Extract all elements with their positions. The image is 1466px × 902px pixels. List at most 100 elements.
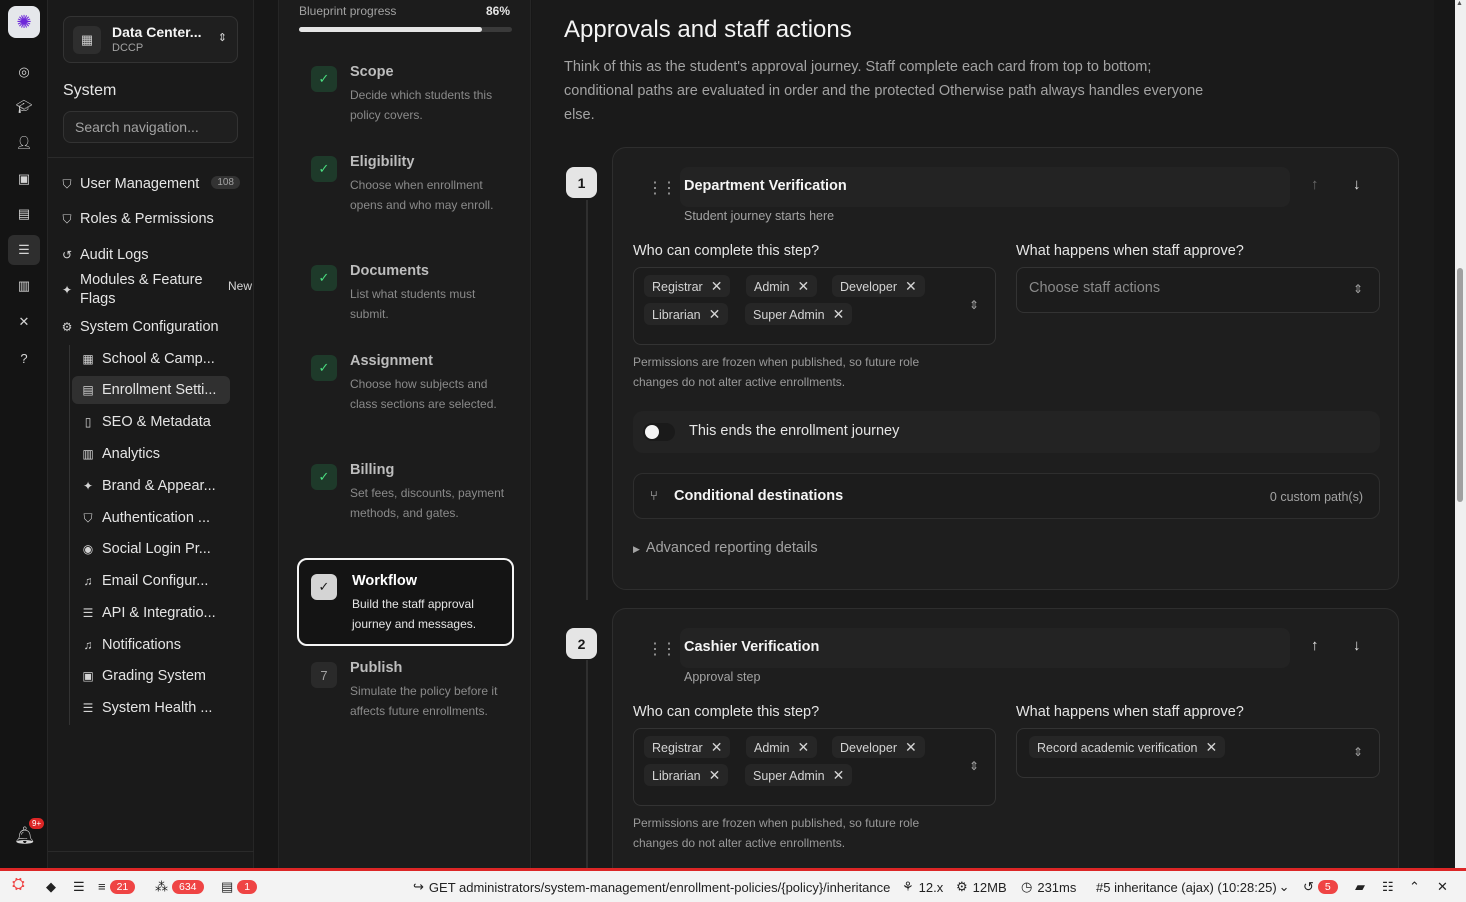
step-workflow[interactable]: ✓ Workflow Build the staff approval jour… [297, 558, 514, 646]
sub-item-brand[interactable]: ✦ Brand & Appear... [72, 472, 230, 500]
staff-actions-select[interactable]: Choose staff actions ⇕ [1016, 267, 1380, 313]
request-path: GET administrators/system-management/enr… [428, 879, 891, 895]
who-label: Who can complete this step? [633, 704, 820, 720]
sub-item-seo[interactable]: ▯ SEO & Metadata [72, 408, 230, 436]
messages-count: 21 [109, 879, 136, 894]
sub-item-label: Email Configur... [102, 573, 209, 589]
remove-tag-icon[interactable]: ✕ [833, 767, 845, 783]
request-route[interactable]: ↪ GET administrators/system-management/en… [413, 879, 890, 895]
time-value: 231ms [1037, 879, 1077, 895]
views-tab[interactable]: ▤ 1 [221, 879, 258, 895]
remove-tag-icon[interactable]: ✕ [709, 306, 721, 322]
nav-item-system-configuration[interactable]: ⚙ System Configuration [56, 313, 246, 341]
step-title: Workflow [352, 573, 417, 589]
briefcase-icon[interactable]: ▤ [10, 200, 38, 228]
step-eligibility[interactable]: ✓ Eligibility Choose when enrollment ope… [297, 146, 514, 242]
nav-item-roles[interactable]: ⛉ Roles & Permissions [56, 205, 246, 233]
remove-tag-icon[interactable]: ✕ [711, 278, 723, 294]
sub-item-label: Authentication ... [102, 510, 211, 526]
messages-tab[interactable]: ≡ 21 [98, 879, 136, 894]
scrollbar-thumb[interactable] [1457, 268, 1463, 502]
role-tag-label: Registrar [652, 741, 703, 755]
move-up-icon[interactable]: ↑ [1311, 176, 1319, 193]
conditional-destinations[interactable]: ⑂ Conditional destinations 0 custom path… [633, 473, 1380, 519]
database-icon[interactable]: ☰ [8, 235, 40, 265]
folder-icon[interactable]: ▰ [1355, 879, 1365, 895]
step-desc: List what students must submit. [350, 287, 476, 321]
remove-tag-icon[interactable]: ✕ [905, 278, 917, 294]
step-documents[interactable]: ✓ Documents List what students must subm… [297, 255, 514, 331]
tag-icon[interactable]: ◆ [46, 879, 56, 895]
ends-journey-toggle[interactable] [643, 423, 675, 441]
models-tab[interactable]: ⁂ 634 [155, 879, 204, 895]
graduation-cap-icon[interactable]: 🎓︎ [10, 93, 38, 121]
scroll-up-arrow-icon[interactable]: ▲ [1456, 0, 1463, 7]
nav-item-audit-logs[interactable]: ↺ Audit Logs [56, 241, 246, 269]
sub-item-social-login[interactable]: ◉ Social Login Pr... [72, 535, 230, 563]
remove-tag-icon[interactable]: ✕ [833, 306, 845, 322]
history-tab[interactable]: ↺ 5 [1303, 879, 1338, 895]
sub-item-school[interactable]: ▦ School & Camp... [72, 345, 230, 373]
sub-item-grading[interactable]: ▣ Grading System [72, 662, 230, 690]
history-count: 5 [1317, 880, 1338, 894]
drag-handle-icon[interactable]: ⋮⋮ [647, 639, 677, 659]
move-up-icon[interactable]: ↑ [1311, 637, 1319, 654]
sub-item-analytics[interactable]: ▥ Analytics [72, 440, 230, 468]
step-scope[interactable]: ✓ Scope Decide which students this polic… [297, 56, 514, 132]
card-title-input[interactable]: Cashier Verification [680, 628, 1290, 668]
move-down-icon[interactable]: ↓ [1353, 176, 1361, 193]
remove-tag-icon[interactable]: ✕ [797, 739, 809, 755]
settings-icon[interactable]: ☷ [1382, 879, 1394, 895]
step-assignment[interactable]: ✓ Assignment Choose how subjects and cla… [297, 345, 514, 441]
chart-icon: ▥ [82, 447, 94, 461]
move-down-icon[interactable]: ↓ [1353, 637, 1361, 654]
chevron-up-icon[interactable]: ⌃ [1409, 879, 1420, 895]
request-selector[interactable]: #5 inheritance (ajax) (10:28:25) ⌄ [1096, 879, 1290, 895]
advanced-reporting-toggle[interactable]: ▶ Advanced reporting details [633, 540, 818, 556]
sub-item-label: Notifications [102, 637, 181, 653]
step-number-badge: 2 [566, 628, 597, 659]
tools-icon[interactable]: ✕ [10, 308, 38, 336]
time-info: ◷ 231ms [1021, 879, 1076, 895]
remove-tag-icon[interactable]: ✕ [905, 739, 917, 755]
staff-actions-select[interactable]: Record academic verification ✕ ⇕ [1016, 728, 1380, 778]
remove-tag-icon[interactable]: ✕ [711, 739, 723, 755]
step-billing[interactable]: ✓ Billing Set fees, discounts, payment m… [297, 454, 514, 550]
compass-icon[interactable]: ◎ [10, 58, 38, 86]
nav-search-input[interactable]: Search navigation... [63, 111, 238, 143]
nav-item-modules[interactable]: ✦ Modules & Feature Flags New [56, 270, 252, 310]
sub-item-api[interactable]: ☰ API & Integratio... [72, 599, 230, 627]
sub-item-enrollment-settings[interactable]: ▤ Enrollment Setti... [72, 376, 230, 404]
org-switcher[interactable]: ▦ Data Center... DCCP ⇕ [63, 16, 238, 63]
library-icon[interactable]: ▥ [10, 272, 38, 300]
step-publish[interactable]: 7 Publish Simulate the policy before it … [297, 652, 514, 748]
sub-item-label: Analytics [102, 446, 161, 462]
app-logo-icon[interactable]: ✺ [8, 6, 40, 38]
laravel-logo-icon[interactable]: ⛭ [12, 876, 25, 894]
ticket-icon[interactable]: ▣ [10, 165, 38, 193]
progress-label: Blueprint progress [299, 4, 397, 18]
card-title-input[interactable]: Department Verification [680, 167, 1290, 207]
page-scrollbar[interactable]: ▲ [1455, 0, 1466, 868]
roles-multiselect[interactable]: Registrar ✕ Admin ✕ Developer ✕ Librarian ✕ … [633, 267, 996, 345]
sub-item-email[interactable]: ♫ Email Configur... [72, 567, 230, 595]
shield-icon: ⛉ [62, 176, 72, 191]
remove-tag-icon[interactable]: ✕ [1206, 739, 1218, 755]
layers-icon[interactable]: ☰ [73, 879, 85, 895]
roles-multiselect[interactable]: Registrar ✕ Admin ✕ Developer ✕ Librarian ✕ … [633, 728, 996, 806]
drag-handle-icon[interactable]: ⋮⋮ [647, 178, 677, 198]
notification-bell-icon[interactable]: 🔔︎ [14, 826, 36, 846]
branch-icon: ⑂ [650, 488, 658, 503]
nav-item-user-management[interactable]: ⛉ User Management 108 [56, 170, 246, 198]
remove-tag-icon[interactable]: ✕ [709, 767, 721, 783]
remove-tag-icon[interactable]: ✕ [797, 278, 809, 294]
help-icon[interactable]: ? [10, 344, 38, 372]
role-tag-label: Registrar [652, 280, 703, 294]
sub-item-notifications[interactable]: ♫ Notifications [72, 631, 230, 659]
sub-item-authentication[interactable]: ⛉ Authentication ... [72, 504, 230, 532]
sub-item-system-health[interactable]: ☰ System Health ... [72, 694, 230, 722]
file-icon: ▯ [84, 415, 92, 429]
user-icon[interactable]: 👤︎ [10, 129, 38, 157]
close-icon[interactable]: ✕ [1437, 879, 1448, 895]
check-icon: ✓ [311, 66, 337, 92]
